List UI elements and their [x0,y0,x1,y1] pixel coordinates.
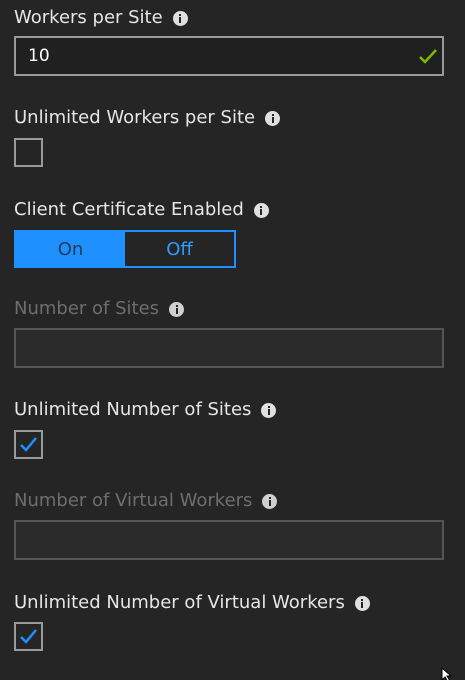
unlimited-number-of-virtual-workers-label: Unlimited Number of Virtual Workers [14,592,345,613]
mouse-cursor-icon [441,668,453,680]
unlimited-number-of-sites-label-row: Unlimited Number of Sites [14,399,277,421]
info-icon[interactable] [169,301,185,317]
client-certificate-toggle: On Off [14,230,236,268]
unlimited-number-of-virtual-workers-checkbox[interactable] [14,622,43,651]
info-icon[interactable] [262,493,278,509]
client-certificate-label: Client Certificate Enabled [14,199,244,220]
workers-per-site-label: Workers per Site [14,7,163,28]
number-of-virtual-workers-label: Number of Virtual Workers [14,490,253,511]
checkbox-checkmark-icon [20,629,37,644]
workers-per-site-label-row: Workers per Site [14,7,188,29]
checkbox-checkmark-icon [20,437,37,452]
number-of-sites-label: Number of Sites [14,298,160,319]
settings-panel: Workers per Site Unlimited Workers per S… [0,0,465,680]
info-icon[interactable] [253,202,269,218]
number-of-sites-input[interactable] [14,328,444,368]
info-icon[interactable] [261,402,277,418]
info-icon[interactable] [265,110,281,126]
unlimited-workers-per-site-checkbox[interactable] [14,138,43,167]
workers-per-site-input[interactable] [14,36,444,76]
toggle-on-option[interactable]: On [16,232,125,266]
number-of-sites-label-row: Number of Sites [14,298,185,320]
toggle-off-option[interactable]: Off [125,232,234,266]
number-of-virtual-workers-label-row: Number of Virtual Workers [14,490,278,512]
number-of-virtual-workers-input[interactable] [14,520,444,560]
unlimited-number-of-sites-label: Unlimited Number of Sites [14,399,252,420]
valid-checkmark-icon [419,49,437,64]
unlimited-number-of-sites-checkbox[interactable] [14,430,43,459]
info-icon[interactable] [354,595,370,611]
client-certificate-label-row: Client Certificate Enabled [14,199,269,221]
info-icon[interactable] [172,10,188,26]
unlimited-workers-per-site-label: Unlimited Workers per Site [14,107,256,128]
unlimited-workers-per-site-label-row: Unlimited Workers per Site [14,107,281,129]
unlimited-number-of-virtual-workers-label-row: Unlimited Number of Virtual Workers [14,592,370,614]
